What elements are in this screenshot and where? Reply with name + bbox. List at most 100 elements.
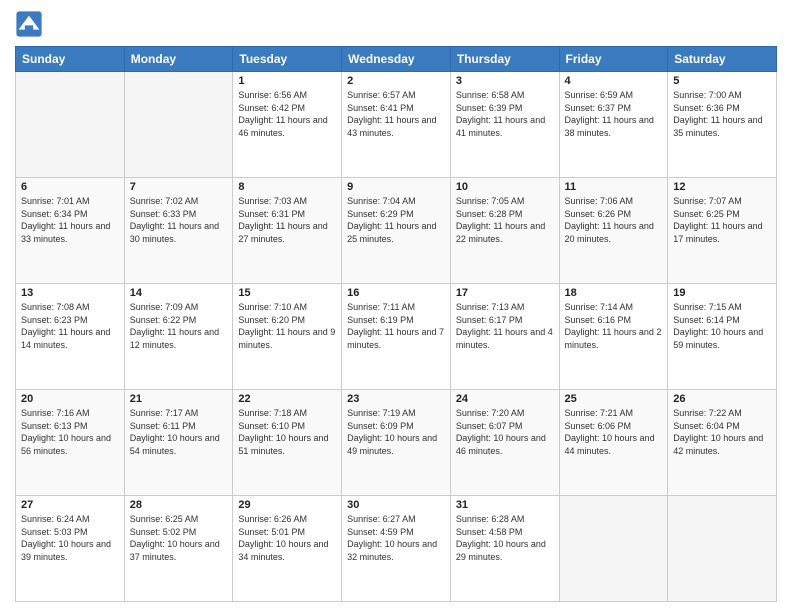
calendar-header-tuesday: Tuesday [233, 47, 342, 72]
day-number: 15 [238, 287, 336, 299]
day-number: 1 [238, 75, 336, 87]
day-info: Sunrise: 7:17 AM Sunset: 6:11 PM Dayligh… [130, 407, 228, 457]
day-info: Sunrise: 6:27 AM Sunset: 4:59 PM Dayligh… [347, 513, 445, 563]
calendar-header-sunday: Sunday [16, 47, 125, 72]
day-info: Sunrise: 7:14 AM Sunset: 6:16 PM Dayligh… [565, 301, 663, 351]
calendar-cell: 11 Sunrise: 7:06 AM Sunset: 6:26 PM Dayli… [559, 178, 668, 284]
day-info: Sunrise: 6:57 AM Sunset: 6:41 PM Dayligh… [347, 89, 445, 139]
day-info: Sunrise: 7:09 AM Sunset: 6:22 PM Dayligh… [130, 301, 228, 351]
day-number: 28 [130, 499, 228, 511]
day-number: 8 [238, 181, 336, 193]
calendar-cell: 2 Sunrise: 6:57 AM Sunset: 6:41 PM Daylig… [342, 72, 451, 178]
day-info: Sunrise: 7:16 AM Sunset: 6:13 PM Dayligh… [21, 407, 119, 457]
day-info: Sunrise: 7:06 AM Sunset: 6:26 PM Dayligh… [565, 195, 663, 245]
day-number: 20 [21, 393, 119, 405]
calendar-cell: 19 Sunrise: 7:15 AM Sunset: 6:14 PM Dayli… [668, 284, 777, 390]
day-info: Sunrise: 7:10 AM Sunset: 6:20 PM Dayligh… [238, 301, 336, 351]
day-number: 22 [238, 393, 336, 405]
day-number: 24 [456, 393, 554, 405]
calendar-cell: 12 Sunrise: 7:07 AM Sunset: 6:25 PM Dayli… [668, 178, 777, 284]
day-info: Sunrise: 7:00 AM Sunset: 6:36 PM Dayligh… [673, 89, 771, 139]
day-number: 11 [565, 181, 663, 193]
day-number: 18 [565, 287, 663, 299]
day-info: Sunrise: 6:59 AM Sunset: 6:37 PM Dayligh… [565, 89, 663, 139]
calendar-week-row: 1 Sunrise: 6:56 AM Sunset: 6:42 PM Daylig… [16, 72, 777, 178]
day-number: 7 [130, 181, 228, 193]
day-number: 21 [130, 393, 228, 405]
day-number: 13 [21, 287, 119, 299]
calendar-week-row: 27 Sunrise: 6:24 AM Sunset: 5:03 PM Dayli… [16, 496, 777, 602]
day-number: 12 [673, 181, 771, 193]
day-number: 16 [347, 287, 445, 299]
calendar-cell: 31 Sunrise: 6:28 AM Sunset: 4:58 PM Dayli… [450, 496, 559, 602]
calendar-cell: 22 Sunrise: 7:18 AM Sunset: 6:10 PM Dayli… [233, 390, 342, 496]
calendar-header-wednesday: Wednesday [342, 47, 451, 72]
day-number: 27 [21, 499, 119, 511]
day-number: 31 [456, 499, 554, 511]
logo-icon [15, 10, 43, 38]
day-number: 14 [130, 287, 228, 299]
calendar-cell: 3 Sunrise: 6:58 AM Sunset: 6:39 PM Daylig… [450, 72, 559, 178]
calendar-cell: 14 Sunrise: 7:09 AM Sunset: 6:22 PM Dayli… [124, 284, 233, 390]
day-info: Sunrise: 7:03 AM Sunset: 6:31 PM Dayligh… [238, 195, 336, 245]
day-number: 23 [347, 393, 445, 405]
header [15, 10, 777, 38]
day-info: Sunrise: 6:28 AM Sunset: 4:58 PM Dayligh… [456, 513, 554, 563]
page: SundayMondayTuesdayWednesdayThursdayFrid… [0, 0, 792, 612]
day-info: Sunrise: 6:25 AM Sunset: 5:02 PM Dayligh… [130, 513, 228, 563]
day-info: Sunrise: 7:07 AM Sunset: 6:25 PM Dayligh… [673, 195, 771, 245]
day-number: 5 [673, 75, 771, 87]
calendar-cell: 4 Sunrise: 6:59 AM Sunset: 6:37 PM Daylig… [559, 72, 668, 178]
logo [15, 10, 47, 38]
day-info: Sunrise: 7:18 AM Sunset: 6:10 PM Dayligh… [238, 407, 336, 457]
calendar-cell: 27 Sunrise: 6:24 AM Sunset: 5:03 PM Dayli… [16, 496, 125, 602]
day-info: Sunrise: 7:02 AM Sunset: 6:33 PM Dayligh… [130, 195, 228, 245]
calendar-cell: 26 Sunrise: 7:22 AM Sunset: 6:04 PM Dayli… [668, 390, 777, 496]
calendar-cell: 7 Sunrise: 7:02 AM Sunset: 6:33 PM Daylig… [124, 178, 233, 284]
day-number: 4 [565, 75, 663, 87]
calendar-cell: 16Sunrise: 7:11 AM Sunset: 6:19 PM Dayli… [342, 284, 451, 390]
day-number: 6 [21, 181, 119, 193]
day-number: 9 [347, 181, 445, 193]
day-info: Sunrise: 7:15 AM Sunset: 6:14 PM Dayligh… [673, 301, 771, 351]
day-number: 2 [347, 75, 445, 87]
calendar-cell: 8 Sunrise: 7:03 AM Sunset: 6:31 PM Daylig… [233, 178, 342, 284]
day-info: Sunrise: 6:58 AM Sunset: 6:39 PM Dayligh… [456, 89, 554, 139]
calendar-header-saturday: Saturday [668, 47, 777, 72]
calendar-cell: 17 Sunrise: 7:13 AM Sunset: 6:17 PM Dayli… [450, 284, 559, 390]
day-info: Sunrise: 7:19 AM Sunset: 6:09 PM Dayligh… [347, 407, 445, 457]
day-number: 19 [673, 287, 771, 299]
calendar-cell: 28 Sunrise: 6:25 AM Sunset: 5:02 PM Dayli… [124, 496, 233, 602]
day-info: Sunrise: 6:24 AM Sunset: 5:03 PM Dayligh… [21, 513, 119, 563]
calendar-week-row: 13 Sunrise: 7:08 AM Sunset: 6:23 PM Dayli… [16, 284, 777, 390]
day-info: Sunrise: 7:05 AM Sunset: 6:28 PM Dayligh… [456, 195, 554, 245]
day-info: Sunrise: 7:21 AM Sunset: 6:06 PM Dayligh… [565, 407, 663, 457]
day-number: 30 [347, 499, 445, 511]
day-info: Sunrise: 7:13 AM Sunset: 6:17 PM Dayligh… [456, 301, 554, 351]
calendar-table: SundayMondayTuesdayWednesdayThursdayFrid… [15, 46, 777, 602]
day-info: Sunrise: 6:56 AM Sunset: 6:42 PM Dayligh… [238, 89, 336, 139]
day-info: Sunrise: 7:08 AM Sunset: 6:23 PM Dayligh… [21, 301, 119, 351]
calendar-week-row: 20 Sunrise: 7:16 AM Sunset: 6:13 PM Dayli… [16, 390, 777, 496]
day-info: Sunrise: 7:01 AM Sunset: 6:34 PM Dayligh… [21, 195, 119, 245]
calendar-header-row: SundayMondayTuesdayWednesdayThursdayFrid… [16, 47, 777, 72]
calendar-cell: 18 Sunrise: 7:14 AM Sunset: 6:16 PM Dayli… [559, 284, 668, 390]
calendar-cell: 13 Sunrise: 7:08 AM Sunset: 6:23 PM Dayli… [16, 284, 125, 390]
calendar-cell [16, 72, 125, 178]
calendar-cell: 25 Sunrise: 7:21 AM Sunset: 6:06 PM Dayli… [559, 390, 668, 496]
calendar-header-monday: Monday [124, 47, 233, 72]
calendar-cell: 1 Sunrise: 6:56 AM Sunset: 6:42 PM Daylig… [233, 72, 342, 178]
calendar-cell: 21 Sunrise: 7:17 AM Sunset: 6:11 PM Dayli… [124, 390, 233, 496]
calendar-cell: 24Sunrise: 7:20 AM Sunset: 6:07 PM Dayli… [450, 390, 559, 496]
calendar-header-thursday: Thursday [450, 47, 559, 72]
day-number: 26 [673, 393, 771, 405]
day-info: Sunrise: 7:22 AM Sunset: 6:04 PM Dayligh… [673, 407, 771, 457]
calendar-cell: 6 Sunrise: 7:01 AM Sunset: 6:34 PM Daylig… [16, 178, 125, 284]
day-number: 3 [456, 75, 554, 87]
day-info: Sunrise: 7:04 AM Sunset: 6:29 PM Dayligh… [347, 195, 445, 245]
day-number: 10 [456, 181, 554, 193]
day-number: 17 [456, 287, 554, 299]
calendar-cell: 23 Sunrise: 7:19 AM Sunset: 6:09 PM Dayli… [342, 390, 451, 496]
calendar-cell [668, 496, 777, 602]
day-number: 25 [565, 393, 663, 405]
